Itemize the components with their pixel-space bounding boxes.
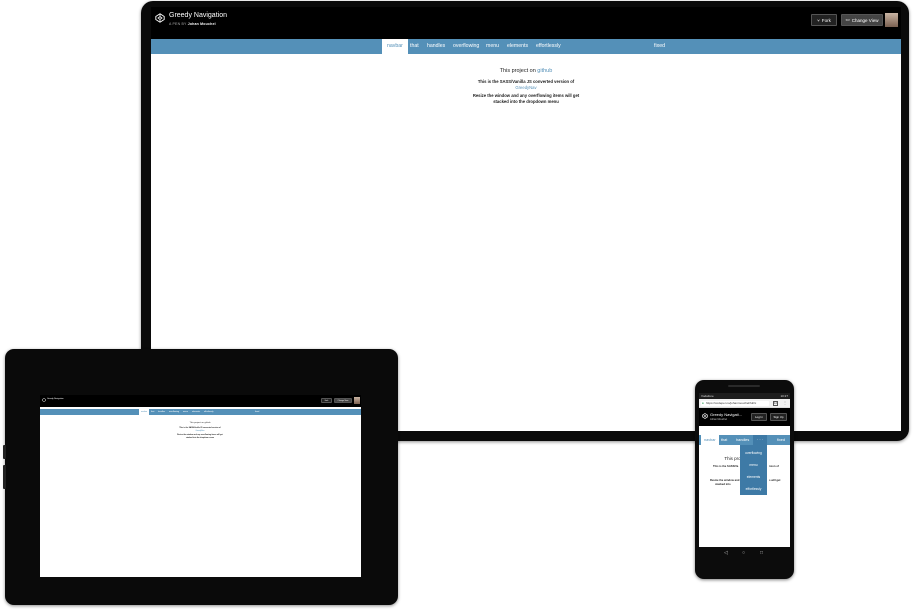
dropdown-item-menu[interactable]: menu <box>740 463 767 467</box>
resize-line-1-tail: s will get <box>769 479 781 482</box>
pen-title: Greedy Navigation <box>47 398 64 400</box>
fork-icon: ⑂ <box>817 17 820 23</box>
home-icon[interactable]: ○ <box>742 550 745 556</box>
more-dropdown-toggle[interactable]: · · · <box>753 435 767 445</box>
change-view-button[interactable]: ▭ Change View <box>841 14 883 26</box>
project-line-text: This pro <box>724 456 741 461</box>
resize-line-2: stacked into <box>715 483 731 486</box>
nav-item-that[interactable]: that <box>721 438 727 442</box>
dropdown-item-elements[interactable]: elements <box>740 475 767 479</box>
nav-item-navbar[interactable]: navbar <box>139 409 150 415</box>
converted-version-text: This is the SASS/Vanilla JS converted ve… <box>179 427 221 429</box>
recent-apps-icon[interactable]: □ <box>760 550 763 556</box>
nav-item-handles[interactable]: handles <box>427 43 445 49</box>
url-text: https://codepen.io/johanmouchel/full/x <box>706 401 757 406</box>
user-avatar[interactable] <box>885 13 898 27</box>
nav-item-fixed[interactable]: fixed <box>777 438 785 442</box>
resize-line-2: stacked into the dropdown menu <box>493 99 559 104</box>
phone-speaker <box>728 385 760 387</box>
nav-item-elements[interactable]: elements <box>192 411 200 413</box>
kebab-menu-icon[interactable]: ⋮ <box>783 400 787 405</box>
login-button[interactable]: Log In <box>751 413 767 421</box>
fork-button[interactable]: Fork <box>321 398 332 403</box>
tablet-header: Greedy Navigation Fork Change View <box>40 395 361 407</box>
nav-item-handles[interactable]: handles <box>158 411 165 413</box>
nav-item-navbar[interactable]: navbar <box>701 435 719 445</box>
signup-button[interactable]: Sign Up <box>770 413 787 421</box>
fork-button[interactable]: ⑂ Fork <box>811 14 837 26</box>
pen-author-line: A PEN BY Johan Mouchel <box>169 22 216 26</box>
greedy-navbar: navbar that handles · · · fixed <box>699 435 790 445</box>
clock-label: 10:27 <box>780 394 788 398</box>
nav-item-fixed[interactable]: fixed <box>255 411 259 413</box>
login-label: Log In <box>755 415 763 419</box>
overflow-dropdown-menu: overflowing menu elements effortlessly <box>740 445 767 495</box>
resize-line-2: stacked into the dropdown menu <box>185 437 215 439</box>
nav-item-fixed[interactable]: fixed <box>654 43 665 49</box>
project-line: This project on github <box>189 422 211 424</box>
greedy-navbar: navbar that handles overflowing menu ele… <box>151 39 901 54</box>
phone-screen: Vodafone 10:27 ● https://codepen.io/joha… <box>699 393 790 547</box>
tablet-side-button <box>3 445 6 459</box>
user-avatar[interactable] <box>354 397 360 404</box>
converted-version-line: This is the SASS/Vanilla JS converted ve… <box>401 79 651 91</box>
author-name[interactable]: Johan Mouchel <box>188 22 216 26</box>
greedy-navbar: navbar that handles overflowing menu ele… <box>40 409 361 415</box>
nav-item-menu[interactable]: menu <box>486 43 499 49</box>
nav-item-that[interactable]: that <box>151 411 154 413</box>
converted-version-text: This is the SASS/Va <box>713 465 739 468</box>
resize-line-1: Resize the window and any overflowing it… <box>177 434 223 436</box>
phone-header: Greedy Navigati... Johan Mouchel Log In … <box>699 408 790 426</box>
change-view-label: Change View <box>851 17 879 23</box>
desktop-header: Greedy Navigation A PEN BY Johan Mouchel… <box>151 7 901 39</box>
fork-label: Fork <box>821 17 831 23</box>
nav-item-overflowing[interactable]: overflowing <box>169 411 179 413</box>
phone-nav-bar: ◁ ○ □ <box>699 547 790 561</box>
project-line: This project on github <box>401 68 651 74</box>
codepen-logo-icon <box>155 13 165 23</box>
pen-title: Greedy Navigati... <box>710 412 743 417</box>
converted-version-text-tail: rsion of <box>769 465 779 468</box>
lock-icon: ● <box>702 401 704 405</box>
author-prefix: A PEN BY <box>169 22 187 26</box>
nav-item-menu[interactable]: menu <box>183 411 188 413</box>
nav-item-elements[interactable]: elements <box>507 43 528 49</box>
nav-item-that[interactable]: that <box>410 43 419 49</box>
address-bar[interactable]: ● https://codepen.io/johanmouchel/full/x <box>701 400 769 406</box>
nav-item-handles[interactable]: handles <box>736 438 749 442</box>
change-view-label: Change View <box>337 399 349 402</box>
signup-label: Sign Up <box>773 415 784 419</box>
carrier-label: Vodafone <box>701 394 714 398</box>
dropdown-item-overflowing[interactable]: overflowing <box>740 451 767 455</box>
browser-bar: ● https://codepen.io/johanmouchel/full/x… <box>699 399 790 408</box>
pen-title: Greedy Navigation <box>169 12 227 19</box>
author-name[interactable]: Johan Mouchel <box>710 418 727 421</box>
tabs-count-button[interactable]: 12 <box>773 400 778 406</box>
resize-line-1: Resize the window and <box>710 479 740 482</box>
layout-icon: ▭ <box>845 17 850 22</box>
change-view-button[interactable]: Change View <box>334 398 352 403</box>
tablet-volume-button <box>3 465 6 489</box>
nav-item-overflowing[interactable]: overflowing <box>453 43 479 49</box>
github-link[interactable]: github <box>537 68 552 74</box>
codepen-logo-icon <box>42 398 46 402</box>
codepen-logo-icon <box>702 413 708 419</box>
fork-label: Fork <box>324 399 329 402</box>
greedynav-link[interactable]: GreedyNav <box>150 430 250 432</box>
dropdown-item-effortlessly[interactable]: effortlessly <box>740 487 767 491</box>
resize-instructions: Resize the window and any overflowing it… <box>401 93 651 105</box>
nav-item-navbar[interactable]: navbar <box>382 39 408 54</box>
greedynav-link[interactable]: GreedyNav <box>401 85 651 91</box>
tablet-screen: Greedy Navigation Fork Change View navba… <box>40 395 361 577</box>
nav-item-effortlessly[interactable]: effortlessly <box>536 43 561 49</box>
back-icon[interactable]: ◁ <box>724 550 728 556</box>
project-line-text: This project on <box>499 68 538 74</box>
nav-item-effortlessly[interactable]: effortlessly <box>204 411 214 413</box>
